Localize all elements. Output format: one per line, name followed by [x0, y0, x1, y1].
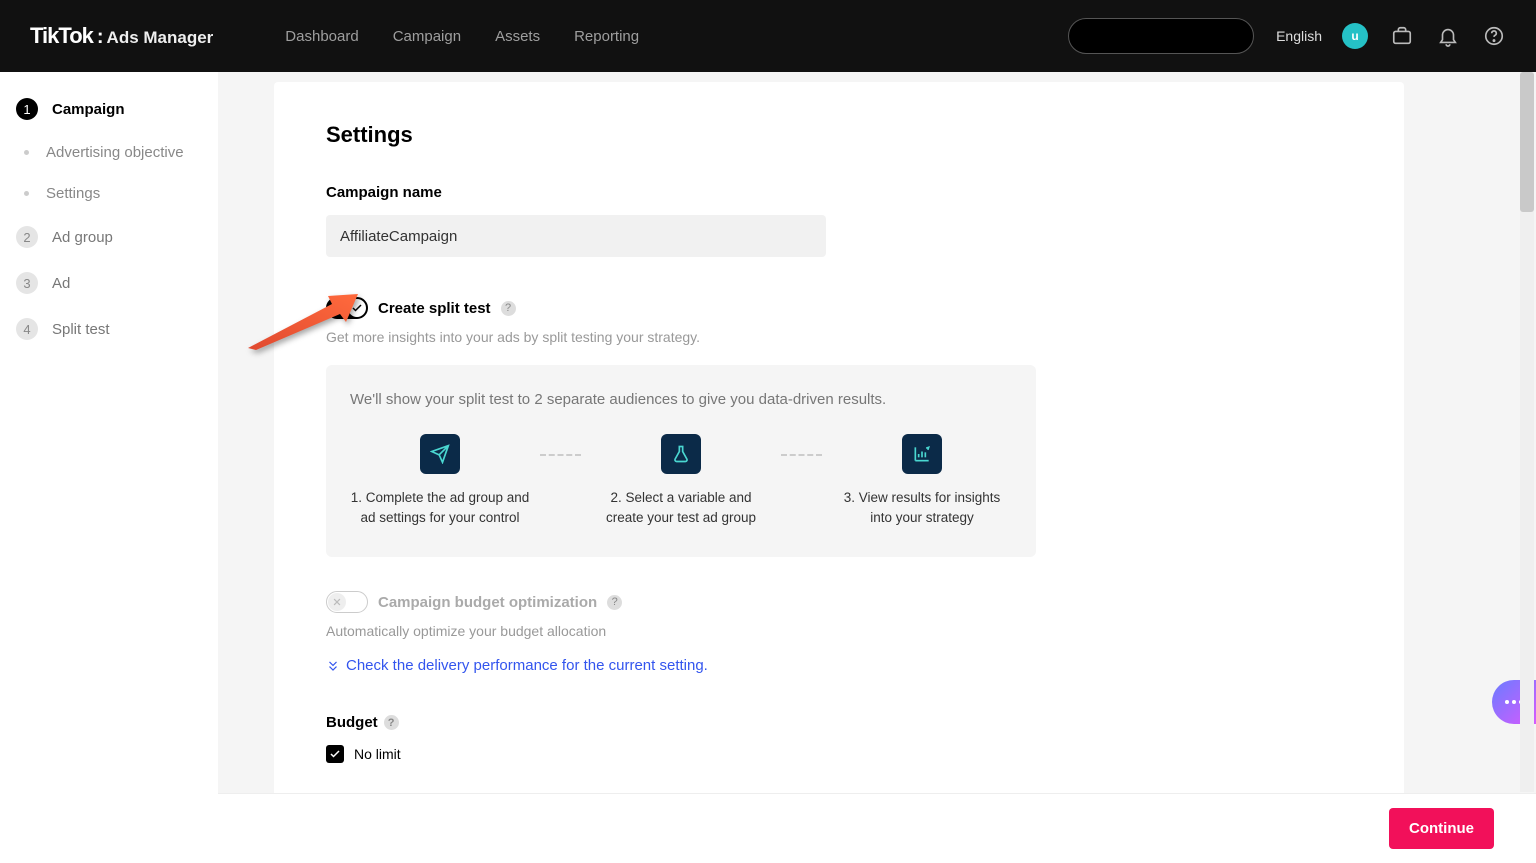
budget-label: Budget ? — [326, 714, 1352, 731]
x-icon — [328, 593, 346, 611]
sidebar-sub-objective[interactable]: Advertising objective — [0, 132, 218, 173]
step-number: 1 — [16, 98, 38, 120]
split-test-desc: Get more insights into your ads by split… — [326, 329, 1352, 345]
flask-icon — [661, 434, 701, 474]
help-icon[interactable]: ? — [607, 595, 622, 610]
continue-button[interactable]: Continue — [1389, 808, 1494, 849]
briefcase-icon[interactable] — [1390, 24, 1414, 48]
info-step-caption: 3. View results for insights into your s… — [832, 488, 1012, 527]
sidebar-step-adgroup[interactable]: 2 Ad group — [0, 214, 218, 260]
nav-campaign[interactable]: Campaign — [393, 28, 461, 45]
info-lead: We'll show your split test to 2 separate… — [350, 391, 1012, 408]
brand-name: TikTok — [30, 23, 93, 49]
step-label: Campaign — [52, 101, 125, 118]
split-test-toggle[interactable] — [326, 297, 368, 319]
help-icon[interactable] — [1482, 24, 1506, 48]
scrollbar-thumb[interactable] — [1520, 72, 1534, 212]
dashed-connector — [540, 454, 581, 456]
info-step-3: 3. View results for insights into your s… — [832, 434, 1012, 527]
split-test-info: We'll show your split test to 2 separate… — [326, 365, 1036, 557]
nav-dashboard[interactable]: Dashboard — [285, 28, 358, 45]
step-number: 2 — [16, 226, 38, 248]
page-title: Settings — [326, 122, 1352, 148]
dashed-connector — [781, 454, 822, 456]
main-canvas: Settings Campaign name Create split test… — [218, 72, 1536, 863]
avatar[interactable]: u — [1342, 23, 1368, 49]
top-nav: TikTok: Ads Manager Dashboard Campaign A… — [0, 0, 1536, 72]
link-text: Check the delivery performance for the c… — [346, 657, 708, 674]
substep-label: Settings — [46, 185, 100, 202]
no-limit-label: No limit — [354, 746, 401, 762]
chevrons-down-icon — [326, 659, 340, 673]
help-icon[interactable]: ? — [501, 301, 516, 316]
campaign-name-label: Campaign name — [326, 184, 1352, 201]
search-input[interactable] — [1068, 18, 1254, 54]
info-step-2: 2. Select a variable and create your tes… — [591, 434, 771, 527]
check-icon — [348, 299, 366, 317]
substep-label: Advertising objective — [46, 144, 184, 161]
brand: TikTok: Ads Manager — [30, 23, 213, 49]
info-step-caption: 1. Complete the ad group and ad settings… — [350, 488, 530, 527]
step-number: 4 — [16, 318, 38, 340]
send-icon — [420, 434, 460, 474]
campaign-name-input[interactable] — [326, 215, 826, 257]
step-label: Ad — [52, 275, 70, 292]
chart-icon — [902, 434, 942, 474]
sidebar-sub-settings[interactable]: Settings — [0, 173, 218, 214]
cbo-toggle[interactable] — [326, 591, 368, 613]
help-icon[interactable]: ? — [384, 715, 399, 730]
delivery-performance-link[interactable]: Check the delivery performance for the c… — [326, 657, 1352, 674]
step-number: 3 — [16, 272, 38, 294]
brand-product: Ads Manager — [107, 28, 214, 48]
info-step-1: 1. Complete the ad group and ad settings… — [350, 434, 530, 527]
sidebar: 1 Campaign Advertising objective Setting… — [0, 72, 218, 863]
top-nav-menu: Dashboard Campaign Assets Reporting — [285, 28, 639, 45]
info-step-caption: 2. Select a variable and create your tes… — [591, 488, 771, 527]
cbo-desc: Automatically optimize your budget alloc… — [326, 623, 1352, 639]
nav-reporting[interactable]: Reporting — [574, 28, 639, 45]
bell-icon[interactable] — [1436, 24, 1460, 48]
no-limit-checkbox[interactable] — [326, 745, 344, 763]
sidebar-step-campaign[interactable]: 1 Campaign — [0, 86, 218, 132]
step-label: Split test — [52, 321, 110, 338]
split-test-label: Create split test — [378, 300, 491, 317]
settings-card: Settings Campaign name Create split test… — [274, 82, 1404, 863]
footer-bar: Continue — [218, 793, 1536, 863]
language-selector[interactable]: English — [1276, 28, 1322, 44]
nav-assets[interactable]: Assets — [495, 28, 540, 45]
sidebar-step-splittest[interactable]: 4 Split test — [0, 306, 218, 352]
step-label: Ad group — [52, 229, 113, 246]
cbo-label: Campaign budget optimization — [378, 594, 597, 611]
sidebar-step-ad[interactable]: 3 Ad — [0, 260, 218, 306]
